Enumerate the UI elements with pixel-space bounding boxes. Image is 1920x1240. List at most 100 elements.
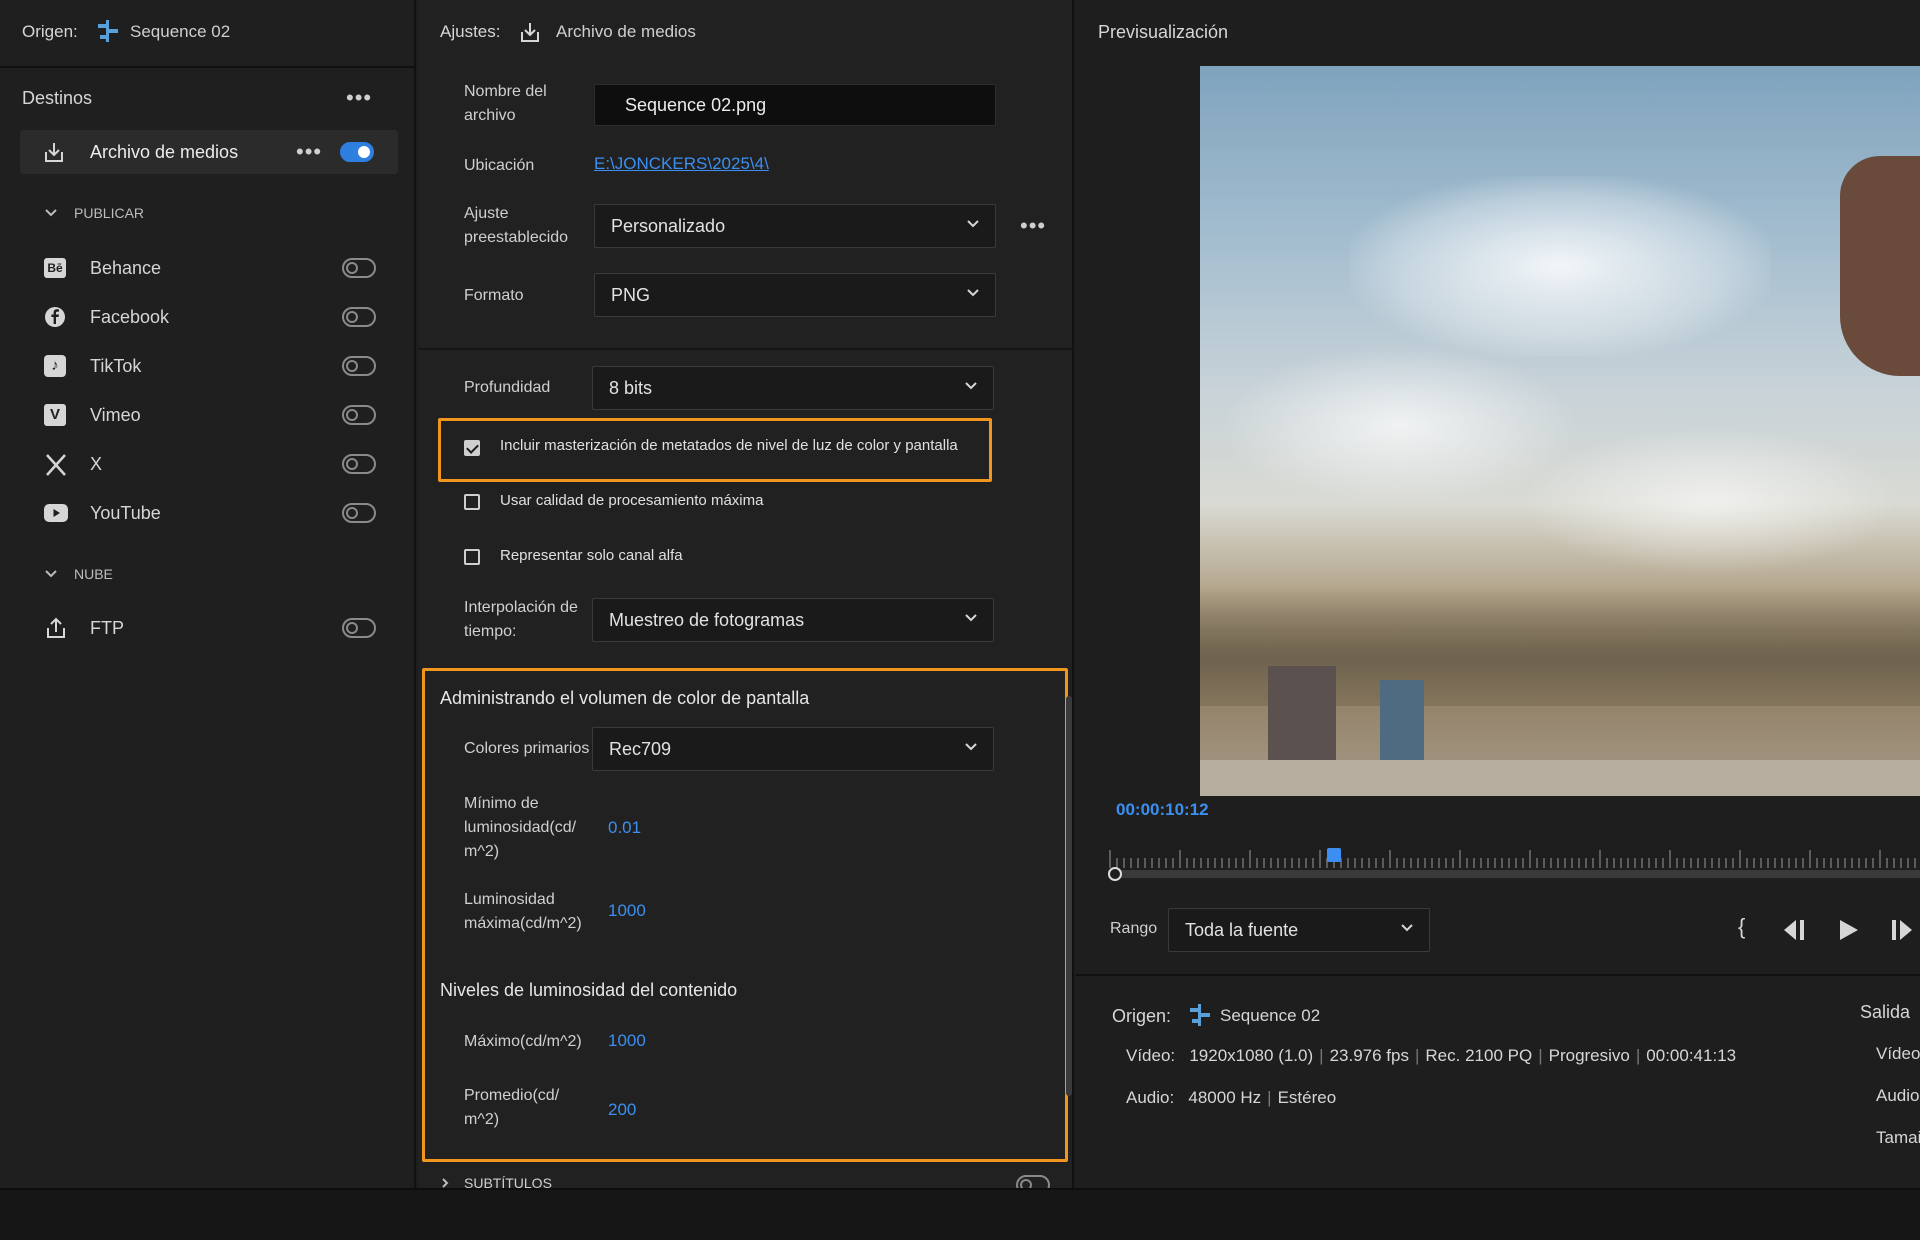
preview-panel: Previsualización 00:00:10:12 Rango Toda … <box>1076 0 1920 1188</box>
filename-input[interactable]: Sequence 02.png <box>594 84 996 126</box>
preset-value: Personalizado <box>611 216 726 236</box>
publish-item-label: X <box>90 454 103 474</box>
header-divider <box>0 66 416 68</box>
video-duration: 00:00:41:13 <box>1646 1046 1737 1065</box>
ftp-toggle[interactable] <box>342 618 376 638</box>
behance-icon: Bē <box>44 258 66 278</box>
step-back-icon[interactable] <box>1782 918 1808 942</box>
sequence-icon <box>1190 1004 1210 1026</box>
alpha-only-checkbox[interactable] <box>464 549 480 565</box>
max-luminance-label: Luminosidad máxima(cd/m^2) <box>464 891 582 932</box>
publish-item-label: Vimeo <box>90 405 141 425</box>
timeline-scrubber[interactable] <box>1108 848 1920 881</box>
audio-info-row: Audio: 48000 Hz | Estéreo <box>1126 1088 1337 1107</box>
chevron-down-icon[interactable] <box>44 206 58 220</box>
publish-item-facebook[interactable]: Facebook <box>44 305 384 333</box>
settings-scrollbar[interactable] <box>1066 696 1072 1096</box>
video-color-space: Rec. 2100 PQ <box>1425 1046 1533 1065</box>
info-source-label: Origen: <box>1112 1006 1172 1026</box>
timeline-track <box>1108 870 1920 878</box>
format-value: PNG <box>611 285 651 305</box>
publish-item-tiktok[interactable]: ♪ TikTok <box>44 354 384 382</box>
interpolation-select[interactable]: Muestreo de fotogramas <box>592 598 994 642</box>
metadata-checkbox[interactable] <box>464 440 480 456</box>
range-select[interactable]: Toda la fuente <box>1168 908 1430 952</box>
sequence-icon <box>98 20 118 42</box>
primaries-select[interactable]: Rec709 <box>592 727 994 771</box>
format-select[interactable]: PNG <box>594 273 996 317</box>
preview-title: Previsualización <box>1098 22 1229 42</box>
max-quality-checkbox[interactable] <box>464 494 480 510</box>
audio-label: Audio: <box>1126 1088 1175 1107</box>
destinations-panel: Origen: Sequence 02 Destinos ••• Archivo… <box>0 0 416 1188</box>
hand-shape <box>1840 156 1920 376</box>
facebook-toggle[interactable] <box>342 307 376 327</box>
video-label: Vídeo: <box>1126 1046 1176 1065</box>
video-fps: 23.976 fps <box>1329 1046 1409 1065</box>
mark-in-icon[interactable]: { <box>1738 914 1745 940</box>
mural-shape <box>1380 680 1424 770</box>
tiktok-toggle[interactable] <box>342 356 376 376</box>
play-icon[interactable] <box>1838 918 1860 942</box>
behance-toggle[interactable] <box>342 258 376 278</box>
destinations-more-icon[interactable]: ••• <box>346 87 372 109</box>
preset-label: Ajuste preestablecido <box>464 205 569 246</box>
source-label: Origen: <box>22 22 78 41</box>
cloud-shape <box>1520 426 1900 576</box>
in-point-handle[interactable] <box>1108 867 1122 881</box>
court-shape <box>1200 760 1920 796</box>
filename-label: Nombre del archivo <box>464 83 547 124</box>
playhead[interactable] <box>1327 848 1341 862</box>
format-label: Formato <box>464 287 524 304</box>
step-forward-icon[interactable] <box>1890 918 1916 942</box>
cloud-shape <box>1350 176 1770 356</box>
metadata-checkbox-label: Incluir masterización de metatados de ni… <box>500 437 958 454</box>
chevron-down-icon[interactable] <box>44 567 58 581</box>
vimeo-toggle[interactable] <box>342 405 376 425</box>
audio-sample-rate: 48000 Hz <box>1188 1088 1262 1107</box>
max-quality-label: Usar calidad de procesamiento máxima <box>500 492 764 509</box>
media-file-destination[interactable]: Archivo de medios ••• <box>20 130 398 174</box>
tiktok-icon: ♪ <box>44 355 66 377</box>
content-max-value[interactable]: 1000 <box>608 1031 646 1051</box>
section-divider <box>418 348 1074 350</box>
publish-item-x[interactable]: X <box>44 452 384 480</box>
output-video-label: Vídeo <box>1876 1044 1920 1063</box>
depth-select[interactable]: 8 bits <box>592 366 994 410</box>
range-label: Rango <box>1110 920 1158 937</box>
x-icon <box>46 454 66 476</box>
content-avg-value[interactable]: 200 <box>608 1100 636 1120</box>
location-link[interactable]: E:\JONCKERS\2025\4\ <box>594 154 769 174</box>
cloud-item-ftp[interactable]: FTP <box>44 616 384 644</box>
cloud-section-label[interactable]: NUBE <box>74 566 113 582</box>
media-file-more-icon[interactable]: ••• <box>296 141 322 163</box>
content-max-label: Máximo(cd/m^2) <box>464 1033 582 1050</box>
min-luminance-value[interactable]: 0.01 <box>608 818 641 838</box>
youtube-icon <box>44 504 68 522</box>
preset-select[interactable]: Personalizado <box>594 204 996 248</box>
preview-divider <box>1076 974 1920 976</box>
chevron-down-icon <box>965 614 977 622</box>
max-luminance-value[interactable]: 1000 <box>608 901 646 921</box>
media-file-label: Archivo de medios <box>90 142 239 162</box>
publish-item-behance[interactable]: Bē Behance <box>44 256 384 284</box>
publish-item-label: Facebook <box>90 307 170 327</box>
youtube-toggle[interactable] <box>342 503 376 523</box>
publish-item-label: Behance <box>90 258 162 278</box>
preset-more-icon[interactable]: ••• <box>1020 215 1046 237</box>
x-toggle[interactable] <box>342 454 376 474</box>
chevron-down-icon <box>965 743 977 751</box>
publish-item-vimeo[interactable]: V Vimeo <box>44 403 384 431</box>
publish-item-youtube[interactable]: YouTube <box>44 501 384 529</box>
publish-section-label[interactable]: PUBLICAR <box>74 205 144 221</box>
min-luminance-label: Mínimo de luminosidad(cd/m^2) <box>464 795 577 860</box>
media-file-toggle[interactable] <box>340 142 374 162</box>
chevron-right-icon[interactable] <box>440 1178 450 1188</box>
depth-value: 8 bits <box>609 378 653 398</box>
range-value: Toda la fuente <box>1185 920 1299 940</box>
content-avg-label: Promedio(cd/m^2) <box>464 1087 560 1128</box>
timecode: 00:00:10:12 <box>1116 800 1209 819</box>
output-size-label: Tamai <box>1876 1128 1920 1147</box>
info-source-sequence: Sequence 02 <box>1220 1006 1321 1025</box>
destinations-title: Destinos <box>22 88 93 108</box>
